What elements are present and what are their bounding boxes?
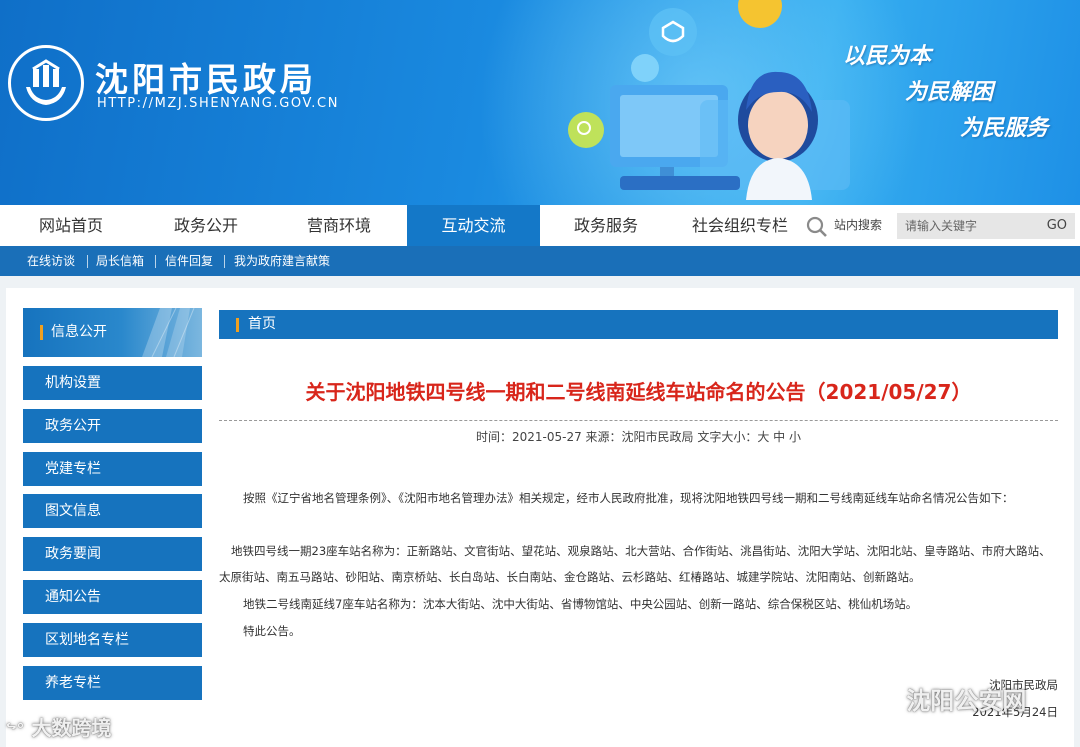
site-banner: 沈阳市民政局 HTTP://MZJ.SHENYANG.GOV.CN 以民为本 为… — [0, 0, 1080, 205]
sidebar-item-organization[interactable]: 机构设置 — [23, 366, 202, 400]
article-paragraph: 特此公告。 — [243, 624, 301, 638]
breadcrumb-home-link[interactable]: 首页 — [248, 310, 276, 339]
nav-item-services[interactable]: 政务服务 — [545, 205, 667, 246]
slogan-2: 为民解困 — [905, 80, 994, 105]
watermark-left-text: 大数跨境 — [31, 716, 112, 740]
search-icon — [805, 215, 829, 239]
sidebar-item-elderly-care[interactable]: 养老专栏 — [23, 666, 202, 700]
sidebar-item-news[interactable]: 政务要闻 — [23, 537, 202, 571]
sidebar-item-picture-news[interactable]: 图文信息 — [23, 494, 202, 528]
search-label: 站内搜索 — [834, 218, 883, 232]
sidebar-item-party-building[interactable]: 党建专栏 — [23, 452, 202, 486]
article-paragraph: 地铁二号线南延线7座车站名称为：沈本大街站、沈中大街站、省博物馆站、中央公园站、… — [243, 597, 918, 611]
sidebar-heading: 信息公开 — [23, 308, 202, 357]
search-input[interactable] — [897, 213, 1037, 239]
site-logo[interactable] — [8, 45, 84, 121]
nav-item-social-organizations[interactable]: 社会组织专栏 — [676, 205, 804, 246]
article-title: 关于沈阳地铁四号线一期和二号线南延线车站命名的公告（2021/05/27） — [305, 380, 972, 404]
title-divider — [219, 420, 1058, 421]
sidebar-item-place-names[interactable]: 区划地名专栏 — [23, 623, 202, 657]
nav-item-government-affairs[interactable]: 政务公开 — [145, 205, 267, 246]
watermark-right-text: 沈阳公安网 — [906, 687, 1027, 715]
article-meta: 时间：2021-05-27 来源：沈阳市民政局 文字大小：大 中 小 — [476, 430, 801, 444]
sidebar-item-government-affairs[interactable]: 政务公开 — [23, 409, 202, 443]
wechat-icon — [858, 687, 898, 716]
sub-nav-suggestions[interactable]: 我为政府建言献策 — [234, 246, 330, 276]
nav-item-home[interactable]: 网站首页 — [10, 205, 132, 246]
sub-nav-director-mailbox[interactable]: 局长信箱 — [96, 246, 144, 276]
article-paragraph: 按照《辽宁省地名管理条例》、《沈阳市地名管理办法》相关规定，经市人民政府批准，现… — [243, 491, 1014, 505]
sub-nav-letter-replies[interactable]: 信件回复 — [165, 246, 213, 276]
nav-item-interaction[interactable]: 互动交流 — [407, 205, 540, 246]
customer-service-illustration — [568, 0, 850, 200]
sub-nav: 在线访谈 局长信箱 信件回复 我为政府建言献策 — [0, 246, 1080, 276]
breadcrumb-accent-bar — [236, 318, 239, 332]
site-url: HTTP://MZJ.SHENYANG.GOV.CN — [97, 96, 340, 111]
sidebar-item-notices[interactable]: 通知公告 — [23, 580, 202, 614]
search-go-button[interactable]: GO — [1047, 213, 1067, 239]
sub-nav-online-interview[interactable]: 在线访谈 — [27, 246, 75, 276]
bilibili-style-logo-icon: ᖦ° — [6, 720, 25, 739]
site-title[interactable]: 沈阳市民政局 — [95, 53, 317, 101]
sidebar-heading-label: 信息公开 — [51, 324, 107, 340]
hands-emblem-icon — [26, 59, 66, 105]
sub-nav-divider — [155, 255, 156, 268]
watermark-left: ᖦ° 大数跨境 — [6, 712, 112, 741]
building-graphic — [142, 308, 195, 357]
article-paragraph: 地铁四号线一期23座车站名称为：正新路站、文官街站、望花站、观泉路站、北大营站、… — [219, 544, 1051, 584]
nav-item-business-environment[interactable]: 营商环境 — [278, 205, 400, 246]
search-box: GO — [897, 213, 1075, 239]
heading-accent-bar — [40, 325, 43, 340]
slogan-3: 为民服务 — [960, 116, 1049, 141]
slogan-1: 以民为本 — [843, 44, 932, 69]
breadcrumb: 首页 — [219, 310, 1058, 339]
sub-nav-divider — [87, 255, 88, 268]
watermark-right: 沈阳公安网 — [858, 681, 1026, 717]
sub-nav-divider — [224, 255, 225, 268]
